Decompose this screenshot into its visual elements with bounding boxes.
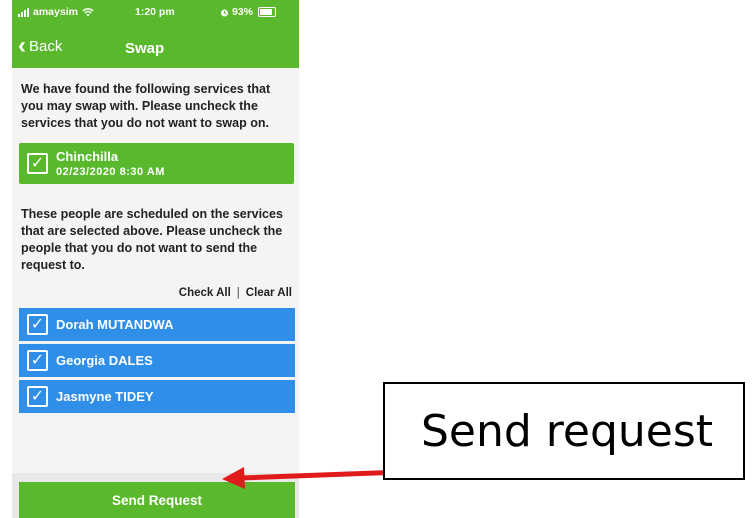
callout-box: Send request [383,382,745,480]
callout-text: Send request [420,405,714,457]
